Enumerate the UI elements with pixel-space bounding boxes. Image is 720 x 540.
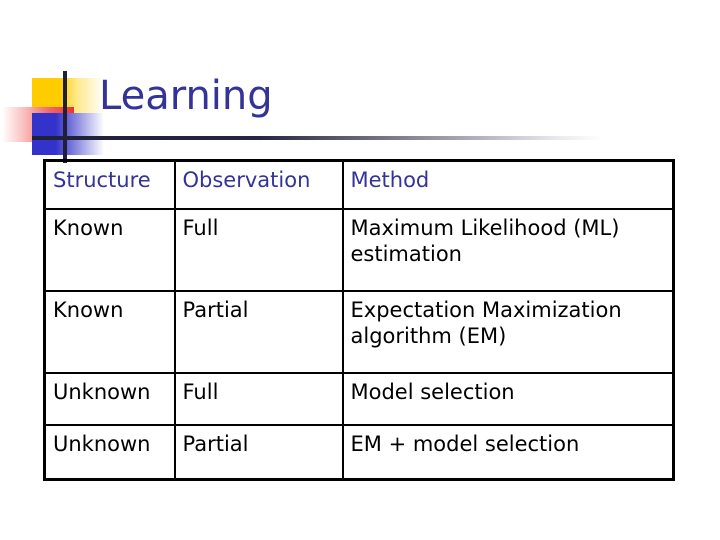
table-row: Known Partial Expectation Maximization a… <box>43 290 675 374</box>
cell-method: Model selection <box>341 372 675 426</box>
table-header-row: Structure Observation Method <box>43 159 675 210</box>
cell-observation: Partial <box>173 290 344 374</box>
ornament-vertical-line <box>63 71 67 163</box>
cell-method: Expectation Maximization algorithm (EM) <box>341 290 675 374</box>
cell-structure: Unknown <box>43 424 176 481</box>
cell-observation: Full <box>173 208 344 292</box>
cell-structure: Unknown <box>43 372 176 426</box>
cell-observation: Partial <box>173 424 344 481</box>
column-header-observation: Observation <box>173 159 344 210</box>
ornament-horizontal-line <box>32 136 602 140</box>
table-row: Unknown Full Model selection <box>43 372 675 426</box>
cell-observation: Full <box>173 372 344 426</box>
page-title: Learning <box>99 73 273 119</box>
slide-ornament <box>0 66 620 166</box>
cell-method: EM + model selection <box>341 424 675 481</box>
column-header-method: Method <box>341 159 675 210</box>
cell-method: Maximum Likelihood (ML) estimation <box>341 208 675 292</box>
table-row: Known Full Maximum Likelihood (ML) estim… <box>43 208 675 292</box>
cell-structure: Known <box>43 208 176 292</box>
ornament-blue-square <box>32 113 104 155</box>
cell-structure: Known <box>43 290 176 374</box>
learning-table: Structure Observation Method Known Full … <box>43 159 675 481</box>
column-header-structure: Structure <box>43 159 176 210</box>
table-row: Unknown Partial EM + model selection <box>43 424 675 481</box>
